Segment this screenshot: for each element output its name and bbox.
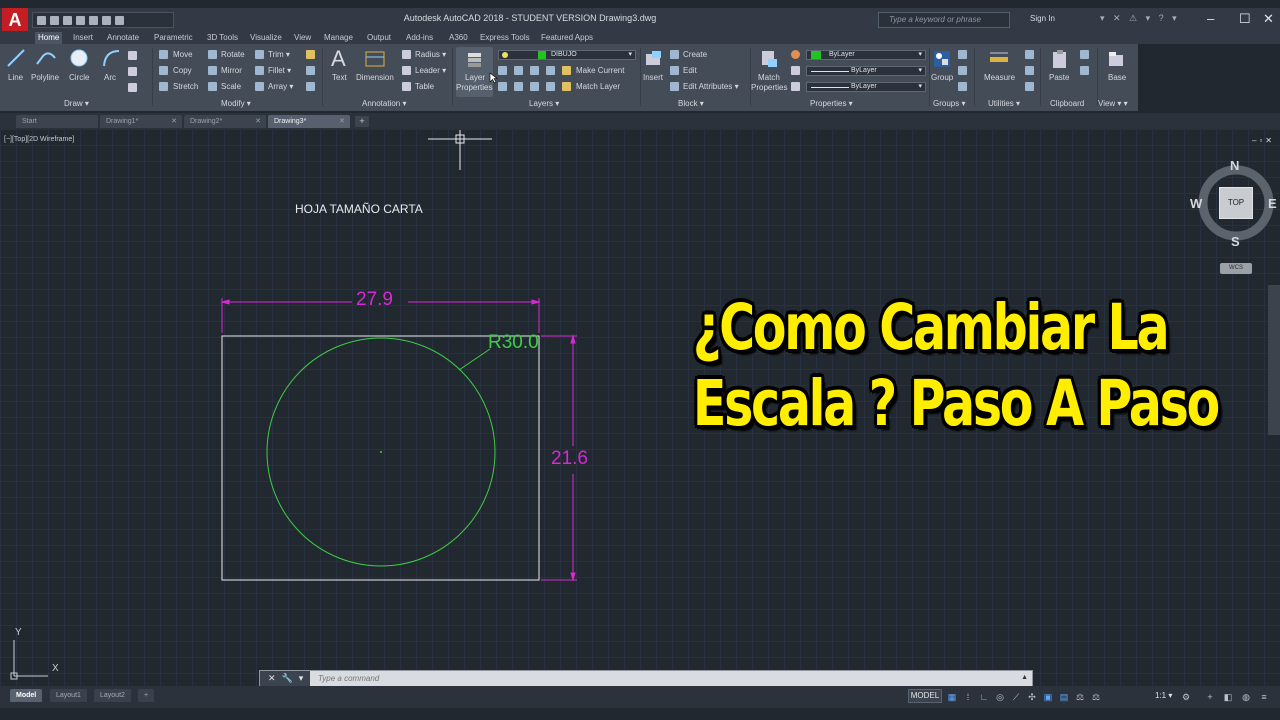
chevron-up-icon[interactable]: ▲ <box>1021 674 1028 681</box>
ucs-icon <box>10 640 48 680</box>
auto-scale-icon[interactable]: ⚖ <box>1090 691 1102 703</box>
sheet-rectangle <box>221 335 540 581</box>
compass-south[interactable]: S <box>1231 234 1240 249</box>
annotation-scale[interactable]: 1:1 ▾ <box>1155 691 1172 700</box>
compass-east[interactable]: E <box>1268 196 1277 211</box>
isodraft-icon[interactable]: ⟋ <box>1010 691 1022 703</box>
lineweight-toggle-icon[interactable]: ▤ <box>1058 691 1070 703</box>
annotation-visibility-icon[interactable]: ⚖ <box>1074 691 1086 703</box>
status-toggles: ▦ ⁞ ∟ ◎ ⟋ ✣ ▣ ▤ ⚖ ⚖ <box>946 689 1102 704</box>
viewcube-top-face[interactable]: TOP <box>1219 187 1253 219</box>
crosshair-cursor <box>428 130 492 170</box>
command-line: ✕🔧▾ ▲ <box>259 670 1033 687</box>
snap-icon[interactable]: ⁞ <box>962 691 974 703</box>
radius-dimension-text: R30.0 <box>488 332 539 353</box>
ucs-y-label: Y <box>15 627 22 638</box>
command-line-tools[interactable]: ✕🔧▾ <box>260 671 310 686</box>
status-bar: Model Layout1 Layout2 + MODEL ▦ ⁞ ∟ ◎ ⟋ … <box>0 686 1280 708</box>
layout-tab-layout1[interactable]: Layout1 <box>50 689 87 702</box>
layout-tab-layout2[interactable]: Layout2 <box>94 689 131 702</box>
hardware-acceleration-icon[interactable]: ◍ <box>1240 691 1252 703</box>
banner-line-2: Escala ? Paso A Paso <box>692 367 1220 440</box>
isolate-icon[interactable]: ◧ <box>1222 691 1234 703</box>
circle-center-point <box>380 451 382 453</box>
ucs-x-label: X <box>52 663 59 674</box>
navigation-bar[interactable] <box>1268 285 1280 435</box>
workspace-gear-icon[interactable]: ⚙ <box>1180 691 1192 703</box>
model-space-toggle[interactable]: MODEL <box>908 689 942 703</box>
wcs-menu[interactable]: WCS <box>1220 263 1252 274</box>
customization-icon[interactable]: ≡ <box>1258 691 1270 703</box>
width-dimension-text: 27.9 <box>356 289 393 310</box>
object-snap-icon[interactable]: ✣ <box>1026 691 1038 703</box>
banner-line-1: ¿Como Cambiar La <box>692 291 1170 364</box>
command-input[interactable] <box>318 672 1018 685</box>
polar-icon[interactable]: ◎ <box>994 691 1006 703</box>
grid-icon[interactable]: ▦ <box>946 691 958 703</box>
video-title-overlay: ¿Como Cambiar La Escala ? Paso A Paso <box>692 290 1220 480</box>
plus-icon[interactable]: + <box>1204 691 1216 703</box>
ortho-icon[interactable]: ∟ <box>978 691 990 703</box>
snap-tracking-icon[interactable]: ▣ <box>1042 691 1054 703</box>
compass-west[interactable]: W <box>1190 196 1202 211</box>
height-dimension-text: 21.6 <box>551 448 588 469</box>
viewport-window-controls[interactable]: –▫✕ <box>1252 136 1275 145</box>
compass-north[interactable]: N <box>1230 158 1239 173</box>
layout-tab-model[interactable]: Model <box>10 689 43 702</box>
sheet-title-text: HOJA TAMAÑO CARTA <box>295 202 423 216</box>
add-layout-button[interactable]: + <box>138 689 155 702</box>
radius-leader <box>458 348 491 371</box>
autocad-window: A Autodesk AutoCAD 2018 - STUDENT VERSIO… <box>0 0 1280 720</box>
viewport-controls-label[interactable]: [−][Top][2D Wireframe] <box>4 136 74 143</box>
